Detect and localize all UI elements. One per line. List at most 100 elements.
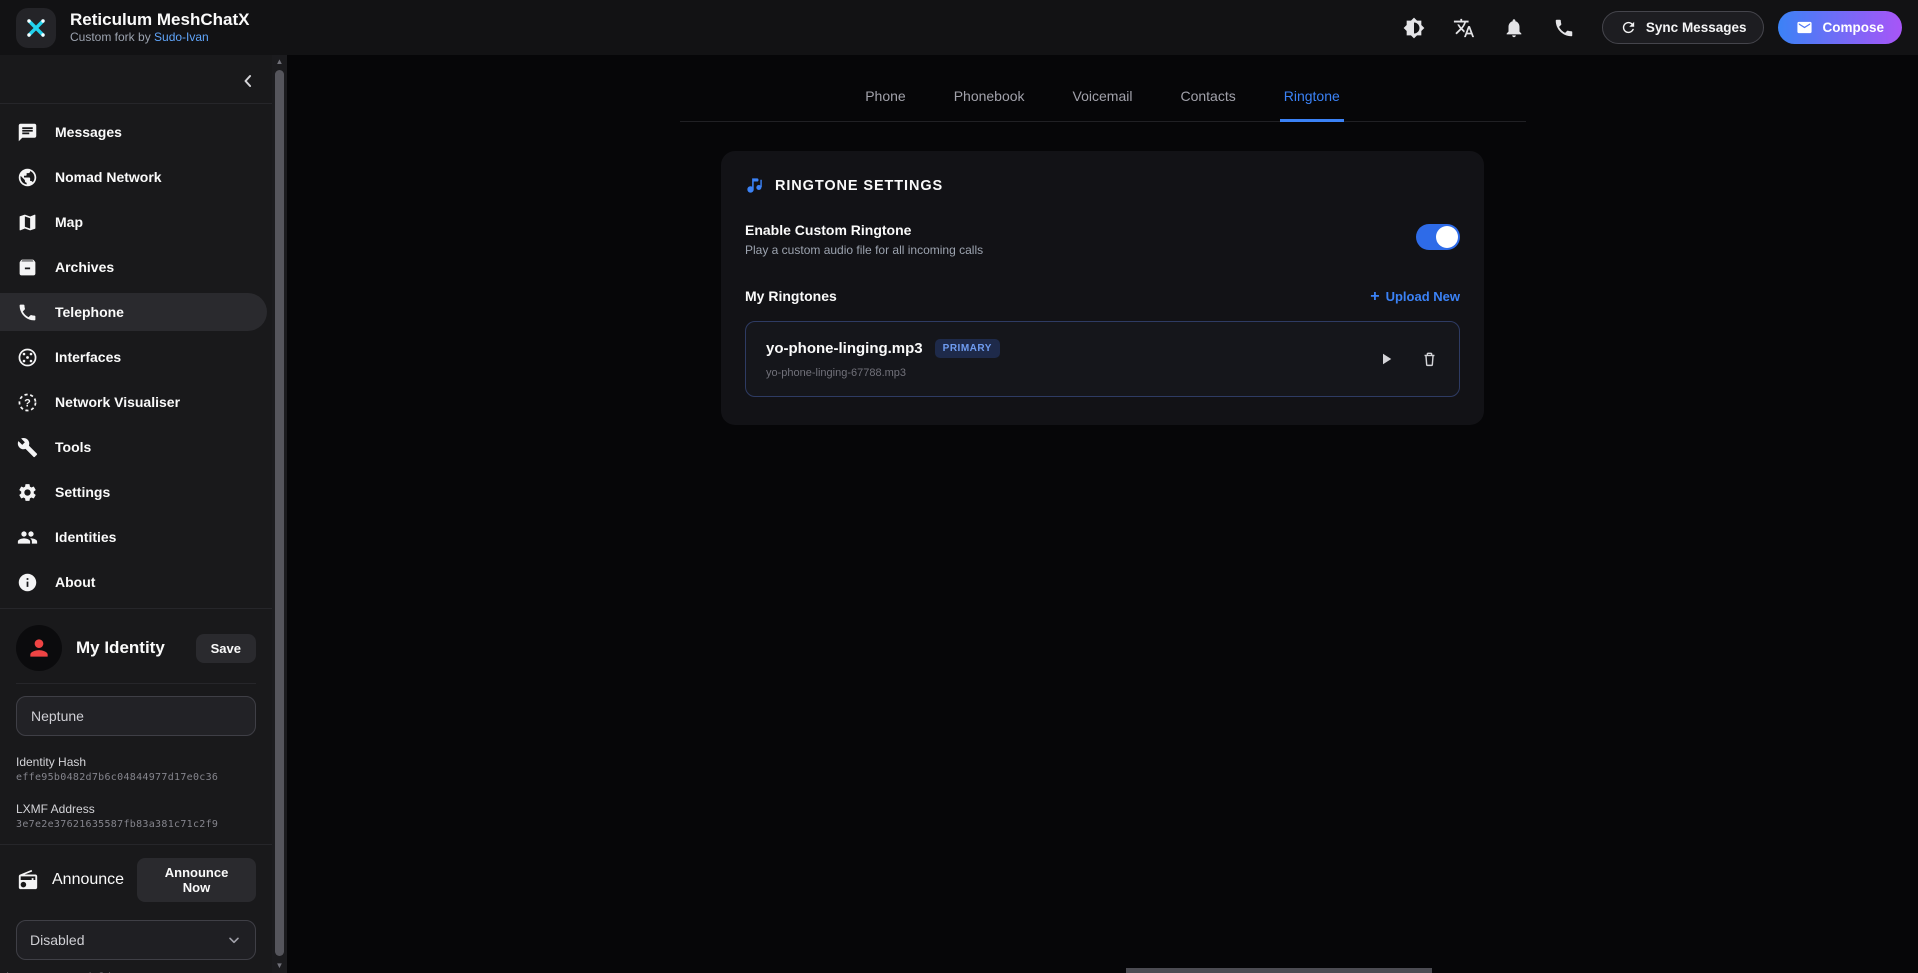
sidebar-item-label: Telephone [55,304,124,320]
announce-interval-value: Disabled [30,932,84,948]
enable-custom-ringtone-description: Play a custom audio file for all incomin… [745,243,983,257]
lxmf-address-label: LXMF Address [16,802,256,816]
identity-divider [16,683,256,684]
upload-new-label: Upload New [1386,289,1460,304]
scroll-up-arrow-icon[interactable]: ▲ [272,55,287,69]
toggle-knob [1436,226,1458,248]
svg-text:?: ? [24,397,31,409]
author-link[interactable]: Sudo-Ivan [154,30,209,44]
sidebar-item-label: Map [55,214,83,230]
save-button[interactable]: Save [196,634,256,663]
avatar [16,625,62,671]
sidebar-item-label: Messages [55,124,122,140]
ringtone-list-item: yo-phone-linging.mp3 PRIMARY yo-phone-li… [745,321,1460,397]
sidebar-item-messages[interactable]: Messages [0,113,272,151]
sync-messages-button[interactable]: Sync Messages [1602,11,1765,44]
plus-icon: + [1370,290,1379,303]
tab-voicemail[interactable]: Voicemail [1069,88,1137,122]
sidebar-item-label: Network Visualiser [55,394,180,410]
ringtone-name: yo-phone-linging.mp3 [766,340,923,357]
notifications-icon[interactable] [1502,16,1526,40]
app-subtitle: Custom fork by Sudo-Ivan [70,30,249,45]
sidebar-item-label: Tools [55,439,91,455]
sidebar-item-network-visualiser[interactable]: ? Network Visualiser [0,383,272,421]
info-icon [17,572,38,593]
identity-name-input[interactable] [16,696,256,736]
tab-contacts[interactable]: Contacts [1176,88,1239,122]
sidebar-nav: Messages Nomad Network Map Archives Tele… [0,104,272,601]
sidebar-item-label: Settings [55,484,110,500]
chevron-down-icon [226,932,242,948]
app-title: Reticulum MeshChatX [70,10,249,30]
sidebar-item-label: Identities [55,529,116,545]
horizontal-scrollbar-thumb[interactable] [1126,968,1432,973]
radio-icon [17,869,39,891]
sidebar-item-identities[interactable]: Identities [0,518,272,556]
primary-badge: PRIMARY [935,339,1000,358]
lxmf-address-value: 3e7e2e37621635587fb83a381c71c2f9 [16,819,256,830]
brightness-icon[interactable] [1402,16,1426,40]
wrench-icon [17,437,38,458]
sidebar-item-interfaces[interactable]: Interfaces [0,338,272,376]
identity-hash-label: Identity Hash [16,755,256,769]
my-identity-title: My Identity [76,638,182,658]
my-identity-section: My Identity Save Identity Hash effe95b04… [0,609,272,830]
announce-now-button[interactable]: Announce Now [137,858,256,902]
sync-messages-label: Sync Messages [1646,20,1747,35]
compose-button[interactable]: Compose [1778,11,1902,44]
tab-phonebook[interactable]: Phonebook [950,88,1029,122]
compose-label: Compose [1822,20,1884,35]
sidebar-item-archives[interactable]: Archives [0,248,272,286]
announce-title: Announce [52,871,124,889]
announce-interval-select[interactable]: Disabled [16,920,256,960]
enable-custom-ringtone-label: Enable Custom Ringtone [745,222,983,238]
delete-button[interactable] [1421,350,1439,368]
dashed-circle-question-icon: ? [17,392,38,413]
sidebar-item-telephone[interactable]: Telephone [0,293,267,331]
announce-section: Announce Announce Now Disabled Last anno… [0,844,272,973]
sidebar-item-label: About [55,574,95,590]
person-icon [26,635,52,661]
sidebar-collapse-button[interactable] [238,71,258,91]
play-button[interactable] [1377,350,1395,368]
top-header: Reticulum MeshChatX Custom fork by Sudo-… [0,0,1918,55]
tab-phone[interactable]: Phone [861,88,909,122]
play-icon [1377,350,1395,368]
tab-ringtone[interactable]: Ringtone [1280,88,1344,122]
globe-icon [17,167,38,188]
phone-icon[interactable] [1552,16,1576,40]
hub-icon [17,347,38,368]
refresh-icon [1620,19,1637,36]
chevron-left-icon [238,71,258,91]
sidebar-scrollbar-thumb[interactable] [275,70,284,956]
enable-custom-ringtone-toggle[interactable] [1416,224,1460,250]
phone-icon [17,302,38,323]
sidebar-item-nomad-network[interactable]: Nomad Network [0,158,272,196]
ringtone-settings-card: RINGTONE SETTINGS Enable Custom Ringtone… [721,151,1484,425]
my-ringtones-title: My Ringtones [745,288,837,304]
sidebar-item-about[interactable]: About [0,563,272,601]
sidebar-item-tools[interactable]: Tools [0,428,272,466]
trash-icon [1421,350,1438,368]
sidebar-item-label: Nomad Network [55,169,162,185]
mail-icon [1796,19,1813,36]
map-icon [17,212,38,233]
meshchat-x-icon [24,16,48,40]
sidebar-scrollbar[interactable]: ▲ ▼ [272,55,287,973]
sidebar-item-label: Interfaces [55,349,121,365]
music-note-icon [745,176,764,195]
sidebar-item-map[interactable]: Map [0,203,272,241]
identity-hash-value: effe95b0482d7b6c04844977d17e0c36 [16,772,256,783]
sidebar-item-settings[interactable]: Settings [0,473,272,511]
ringtone-settings-title: RINGTONE SETTINGS [775,178,943,194]
chat-icon [17,122,38,143]
sidebar: Messages Nomad Network Map Archives Tele… [0,55,272,973]
sidebar-item-label: Archives [55,259,114,275]
gear-icon [17,482,38,503]
upload-new-button[interactable]: + Upload New [1370,289,1460,304]
main-content: Phone Phonebook Voicemail Contacts Ringt… [287,55,1918,973]
telephone-tabs: Phone Phonebook Voicemail Contacts Ringt… [680,88,1526,122]
app-window: Reticulum MeshChatX Custom fork by Sudo-… [0,0,1918,973]
translate-icon[interactable] [1452,16,1476,40]
scroll-down-arrow-icon[interactable]: ▼ [272,959,287,973]
